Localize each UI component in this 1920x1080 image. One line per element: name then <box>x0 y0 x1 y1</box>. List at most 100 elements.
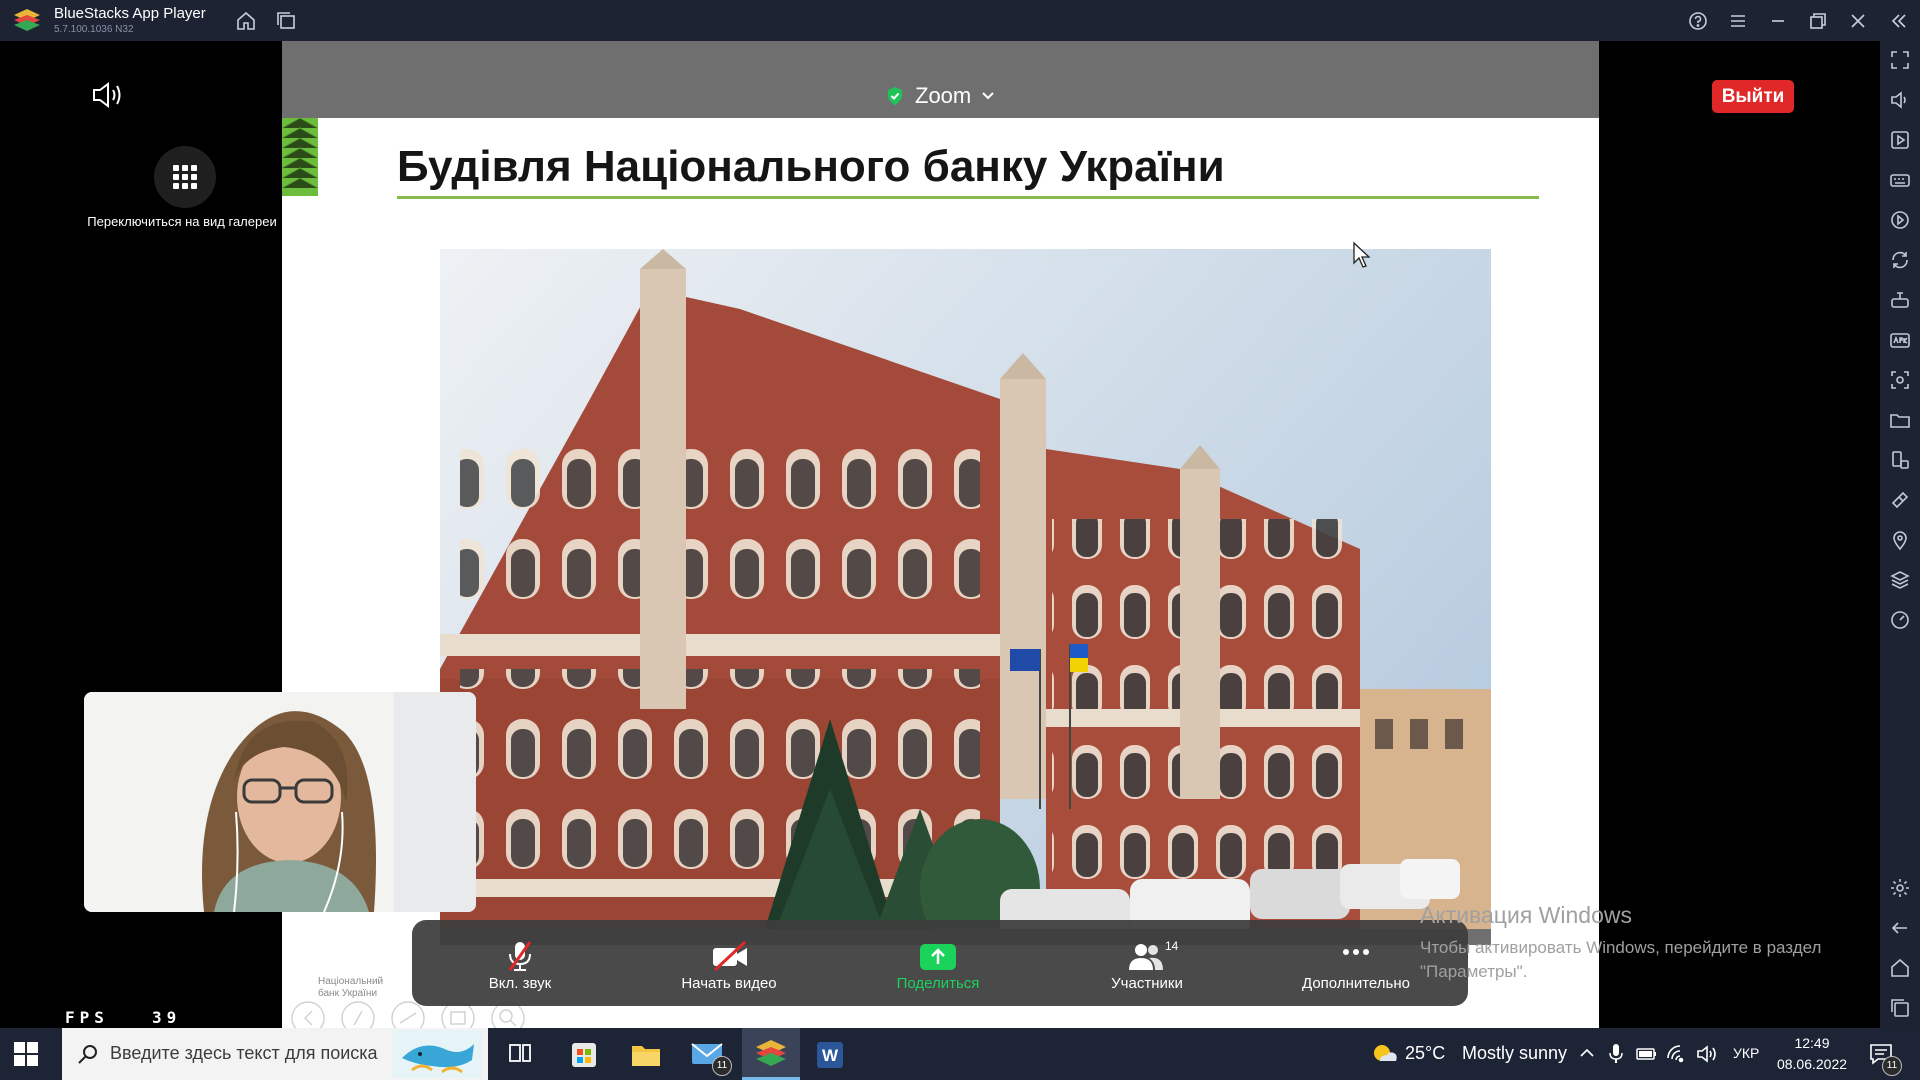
location-icon[interactable] <box>1889 529 1911 551</box>
more-dots-icon <box>1343 949 1369 955</box>
zoom-header: Zoom <box>282 41 1599 118</box>
participants-count: 14 <box>1165 939 1179 953</box>
menu-icon[interactable] <box>1727 10 1749 32</box>
app-title-bar: BlueStacks App Player 5.7.100.1036 N32 <box>0 0 1920 41</box>
verified-shield-icon <box>886 86 904 106</box>
participants-button[interactable]: 14 Участники <box>1057 920 1237 1006</box>
back-arrow-icon[interactable] <box>1889 917 1911 939</box>
collapse-sidebar-icon[interactable] <box>1888 10 1910 32</box>
volume-icon[interactable] <box>1889 89 1911 111</box>
chevron-up-icon[interactable] <box>1578 1044 1596 1062</box>
weather-temperature[interactable]: 25°C <box>1405 1043 1445 1064</box>
zoom-title[interactable]: Zoom <box>915 83 971 109</box>
search-highlight-icon <box>392 1030 482 1078</box>
bank-building-photo <box>440 249 1491 945</box>
windows-activation-title: Активация Windows <box>1420 902 1632 928</box>
minimize-icon[interactable] <box>1767 10 1789 32</box>
macro-icon[interactable] <box>1889 209 1911 231</box>
share-screen-button[interactable]: Поделиться <box>848 920 1028 1006</box>
input-language[interactable]: УКР <box>1733 1045 1759 1061</box>
speaker-icon[interactable] <box>90 80 126 110</box>
resize-icon[interactable] <box>1889 449 1911 471</box>
app-title: BlueStacks App Player <box>54 5 206 22</box>
exit-meeting-button[interactable]: Выйти <box>1712 80 1794 113</box>
keyboard-icon[interactable] <box>1889 169 1911 191</box>
unmute-button[interactable]: Вкл. звук <box>430 920 610 1006</box>
eco-mode-icon[interactable] <box>1889 489 1911 511</box>
android-home-icon[interactable] <box>1889 957 1911 979</box>
unmute-label: Вкл. звук <box>488 975 552 992</box>
self-video-tile[interactable] <box>84 692 476 912</box>
bluestacks-sidebar <box>1880 41 1920 1028</box>
performance-icon[interactable] <box>1889 609 1911 631</box>
clock-time[interactable]: 12:49 <box>1776 1035 1848 1051</box>
participants-label: Участники <box>1111 975 1183 992</box>
mail-badge: 11 <box>712 1056 732 1076</box>
microphone-icon[interactable] <box>1608 1043 1624 1065</box>
share-screen-label: Поделиться <box>896 975 980 992</box>
meeting-controls-bar: Вкл. звук Начать видео Поделиться 14 Уча… <box>412 920 1468 1006</box>
nbu-logo: Національний банк України <box>318 976 383 1000</box>
start-video-label: Начать видео <box>681 975 777 992</box>
bluestacks-logo-icon <box>12 7 42 33</box>
search-placeholder: Введите здесь текст для поиска <box>110 1043 378 1063</box>
windows-taskbar: Введите здесь текст для поиска 11 W 25°C… <box>0 1028 1920 1080</box>
windows-start-icon[interactable] <box>14 1042 38 1066</box>
battery-icon[interactable] <box>1636 1046 1658 1062</box>
shared-slide: Будівля Національного банку України Наці… <box>282 118 1599 1028</box>
participants-icon <box>1129 944 1163 970</box>
weather-sun-icon[interactable] <box>1370 1041 1398 1067</box>
more-button[interactable]: Дополнительно <box>1266 920 1446 1006</box>
svg-text:W: W <box>822 1046 839 1065</box>
sync-icon[interactable] <box>1889 249 1911 271</box>
participant-video-image <box>84 692 476 912</box>
bluestacks-taskbar-button[interactable] <box>742 1028 800 1080</box>
screenshot-icon[interactable] <box>1889 369 1911 391</box>
windows-activation-text: Чтобы активировать Windows, перейдите в … <box>1420 938 1822 981</box>
slide-title-underline <box>397 196 1539 199</box>
share-screen-icon <box>920 944 956 970</box>
recent-apps-icon[interactable] <box>1889 997 1911 1019</box>
game-controls-icon[interactable] <box>1889 289 1911 311</box>
apk-install-icon[interactable] <box>1889 329 1911 351</box>
screen-record-icon[interactable] <box>1889 129 1911 151</box>
settings-icon[interactable] <box>1889 877 1911 899</box>
chevron-down-icon[interactable] <box>982 91 994 101</box>
wifi-icon[interactable] <box>1666 1044 1688 1064</box>
gallery-view-button[interactable] <box>154 146 216 208</box>
app-version: 5.7.100.1036 N32 <box>54 24 134 35</box>
microsoft-store-icon[interactable] <box>558 1034 610 1074</box>
home-icon[interactable] <box>235 10 257 32</box>
fullscreen-icon[interactable] <box>1889 49 1911 71</box>
gallery-view-label: Переключиться на вид галереи <box>87 214 277 229</box>
microphone-muted-icon <box>508 941 532 971</box>
bluestacks-taskbar-icon <box>756 1040 786 1066</box>
multi-instance-icon[interactable] <box>275 10 297 32</box>
more-label: Дополнительно <box>1302 975 1410 992</box>
layers-icon[interactable] <box>1889 569 1911 591</box>
help-icon[interactable] <box>1687 10 1709 32</box>
grid-icon <box>173 165 197 189</box>
fps-label: FPS <box>65 1008 109 1027</box>
folder-icon[interactable] <box>1889 409 1911 431</box>
task-view-icon[interactable] <box>494 1034 546 1074</box>
slide-accent-bar <box>282 118 318 196</box>
file-explorer-icon[interactable] <box>620 1034 672 1074</box>
mouse-cursor-icon <box>1352 241 1372 269</box>
fps-value: 39 <box>152 1008 182 1027</box>
nbu-logo-line1: Національний <box>318 976 384 987</box>
start-video-button[interactable]: Начать видео <box>639 920 819 1006</box>
weather-description[interactable]: Mostly sunny <box>1462 1043 1567 1064</box>
slide-title: Будівля Національного банку України <box>397 142 1225 191</box>
search-icon <box>76 1042 100 1066</box>
mail-icon[interactable]: 11 <box>682 1034 734 1076</box>
restore-icon[interactable] <box>1807 10 1829 32</box>
volume-taskbar-icon[interactable] <box>1696 1044 1720 1064</box>
clock-date[interactable]: 08.06.2022 <box>1772 1056 1852 1072</box>
notifications-badge: 11 <box>1882 1056 1902 1076</box>
word-icon[interactable]: W <box>804 1034 856 1074</box>
close-icon[interactable] <box>1847 10 1869 32</box>
video-camera-off-icon <box>713 940 747 972</box>
notifications-icon[interactable]: 11 <box>1868 1042 1902 1076</box>
taskbar-search-box[interactable]: Введите здесь текст для поиска <box>62 1028 488 1080</box>
